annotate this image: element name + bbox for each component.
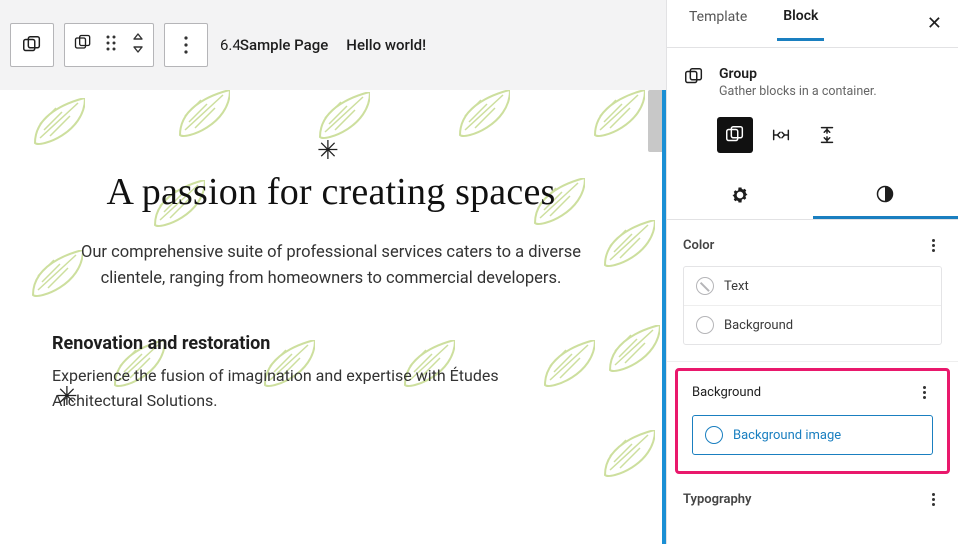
color-row-text[interactable]: Text xyxy=(684,267,941,305)
panel-menu-button[interactable] xyxy=(924,490,942,508)
hero-subtext[interactable]: Our comprehensive suite of professional … xyxy=(71,240,591,293)
move-up-down-icon[interactable] xyxy=(131,32,145,58)
editor-topbar: 6.4 Sample Page Hello world! xyxy=(0,0,666,90)
group-icon xyxy=(683,66,705,99)
gear-icon xyxy=(730,185,750,205)
variation-stack[interactable] xyxy=(809,117,845,153)
variation-row[interactable] xyxy=(763,117,799,153)
panel-background-highlight: Background Background image xyxy=(675,368,950,474)
group-icon xyxy=(21,34,43,56)
editor-canvas[interactable]: ✳ ✳ A passion for creating spaces Our co… xyxy=(0,90,666,544)
toolbar-more-button[interactable] xyxy=(164,23,208,67)
toolbar-drag-move-group xyxy=(64,23,154,67)
site-nav-links: Sample Page Hello world! xyxy=(240,36,426,54)
hero-section: A passion for creating spaces Our compre… xyxy=(0,90,662,293)
services-section: Renovation and restoration Experience th… xyxy=(0,293,662,414)
block-description: Gather blocks in a container. xyxy=(719,84,877,99)
settings-sidebar: Template Block ✕ Group Gather blocks in … xyxy=(666,0,958,544)
inspector-tabs xyxy=(667,171,958,220)
swatch-none-icon xyxy=(696,277,714,295)
editor-main: 6.4 Sample Page Hello world! xyxy=(0,0,666,544)
group-variation-picker xyxy=(667,105,958,171)
panel-color: Color Text Background xyxy=(667,220,958,362)
sidebar-tabs: Template Block ✕ xyxy=(667,0,958,48)
drag-handle-icon[interactable] xyxy=(105,34,119,56)
nav-link[interactable]: Sample Page xyxy=(240,36,328,54)
panel-typography: Typography xyxy=(667,474,958,508)
styles-icon xyxy=(875,184,895,204)
tab-block[interactable]: Block xyxy=(777,8,824,41)
swatch-empty-icon xyxy=(705,426,723,444)
inspector-tab-settings[interactable] xyxy=(667,171,813,219)
panel-title: Color xyxy=(683,238,714,253)
nav-link[interactable]: Hello world! xyxy=(346,36,426,54)
hero-heading[interactable]: A passion for creating spaces xyxy=(0,170,662,214)
panel-title: Background xyxy=(692,385,761,400)
color-row-label: Background xyxy=(724,318,793,333)
background-image-label: Background image xyxy=(733,428,841,443)
color-row-background[interactable]: Background xyxy=(684,305,941,344)
more-vertical-icon xyxy=(184,36,188,54)
block-card: Group Gather blocks in a container. xyxy=(667,48,958,105)
toolbar-group-icon-button[interactable] xyxy=(10,23,54,67)
inspector-tab-styles[interactable] xyxy=(813,171,958,219)
panel-title: Typography xyxy=(683,492,752,507)
section-body[interactable]: Experience the fusion of imagination and… xyxy=(52,364,572,414)
panel-menu-button[interactable] xyxy=(915,383,933,401)
tab-template[interactable]: Template xyxy=(683,9,753,39)
close-sidebar-button[interactable]: ✕ xyxy=(927,15,942,33)
section-heading[interactable]: Renovation and restoration xyxy=(52,333,610,354)
variation-group[interactable] xyxy=(717,117,753,153)
block-title: Group xyxy=(719,66,877,82)
wp-version-label: 6.4 xyxy=(220,36,241,54)
group-icon xyxy=(73,33,93,57)
background-image-row[interactable]: Background image xyxy=(692,415,933,455)
color-row-label: Text xyxy=(724,279,749,294)
panel-menu-button[interactable] xyxy=(924,236,942,254)
swatch-empty-icon xyxy=(696,316,714,334)
